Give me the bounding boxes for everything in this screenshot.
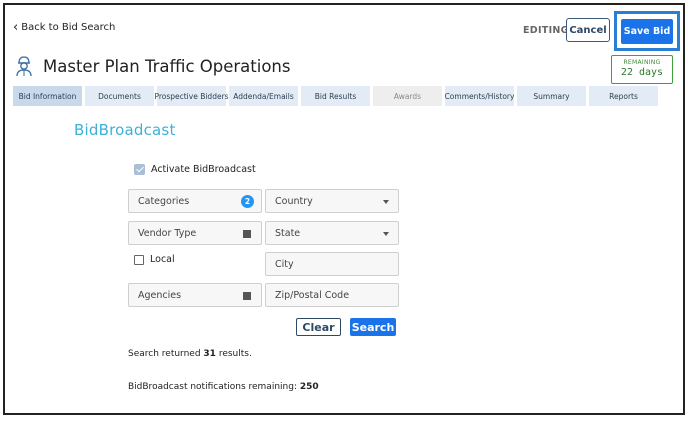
notifications-remaining-text: BidBroadcast notifications remaining: 25…: [128, 382, 319, 392]
search-result-text: Search returned 31 results.: [128, 349, 252, 359]
save-button-highlight: Save Bid: [614, 11, 680, 51]
categories-label: Categories: [138, 195, 190, 207]
square-icon: [243, 292, 251, 300]
person-hardhat-icon: [16, 56, 32, 77]
page-title: Master Plan Traffic Operations: [43, 56, 291, 76]
remaining-days-badge: REMAINING 22 days: [611, 55, 673, 84]
remaining-value: 22 days: [620, 67, 664, 78]
zip-postal-code-input[interactable]: Zip/Postal Code: [265, 283, 399, 307]
checkbox-checked-icon[interactable]: [134, 164, 145, 175]
country-dropdown[interactable]: Country: [265, 189, 399, 213]
tab-bid-information[interactable]: Bid Information: [13, 86, 82, 106]
back-to-bid-search-link[interactable]: ‹ Back to Bid Search: [13, 19, 116, 35]
checkbox-empty-icon[interactable]: [134, 254, 144, 265]
city-input[interactable]: City: [265, 252, 399, 276]
tab-documents[interactable]: Documents: [85, 86, 154, 106]
tab-addenda-emails[interactable]: Addenda/Emails: [229, 86, 298, 106]
chevron-left-icon: ‹: [13, 19, 19, 35]
result-suffix: results.: [215, 349, 252, 359]
tab-reports[interactable]: Reports: [589, 86, 658, 106]
remaining-label: REMAINING: [623, 59, 661, 66]
tab-comments-history[interactable]: Comments/History: [445, 86, 514, 106]
local-label: Local: [150, 254, 175, 265]
back-label: Back to Bid Search: [21, 22, 116, 33]
clear-button[interactable]: Clear: [296, 318, 341, 336]
caret-down-icon: [383, 200, 389, 204]
editing-label: EDITING: [523, 25, 569, 36]
activate-label: Activate BidBroadcast: [151, 164, 256, 175]
search-button[interactable]: Search: [350, 318, 396, 336]
square-icon: [243, 230, 251, 238]
state-dropdown[interactable]: State: [265, 221, 399, 245]
result-count: 31: [203, 349, 216, 359]
country-placeholder: Country: [275, 195, 313, 207]
cancel-button[interactable]: Cancel: [566, 18, 610, 42]
save-bid-button[interactable]: Save Bid: [621, 18, 673, 44]
state-placeholder: State: [275, 227, 301, 239]
categories-count-badge: 2: [241, 195, 254, 208]
local-checkbox[interactable]: Local: [134, 254, 175, 265]
tab-awards: Awards: [373, 86, 442, 106]
city-placeholder: City: [275, 258, 294, 270]
section-title: BidBroadcast: [74, 121, 176, 139]
agencies-selector[interactable]: Agencies: [128, 283, 262, 307]
zip-placeholder: Zip/Postal Code: [275, 289, 350, 301]
tab-prospective-bidders[interactable]: Prospective Bidders: [154, 86, 229, 106]
tab-bid-results[interactable]: Bid Results: [301, 86, 370, 106]
vendor-type-label: Vendor Type: [138, 227, 197, 239]
caret-down-icon: [383, 232, 389, 236]
notif-prefix: BidBroadcast notifications remaining:: [128, 382, 300, 392]
vendor-type-selector[interactable]: Vendor Type: [128, 221, 262, 245]
page-title-row: Master Plan Traffic Operations: [15, 55, 290, 77]
categories-selector[interactable]: Categories 2: [128, 189, 262, 213]
activate-bidbroadcast-checkbox[interactable]: Activate BidBroadcast: [134, 164, 256, 175]
tab-bar: Bid Information Documents Prospective Bi…: [13, 86, 658, 106]
agencies-label: Agencies: [138, 289, 182, 301]
tab-summary[interactable]: Summary: [517, 86, 586, 106]
notif-count: 250: [299, 382, 319, 392]
result-prefix: Search returned: [128, 349, 204, 359]
